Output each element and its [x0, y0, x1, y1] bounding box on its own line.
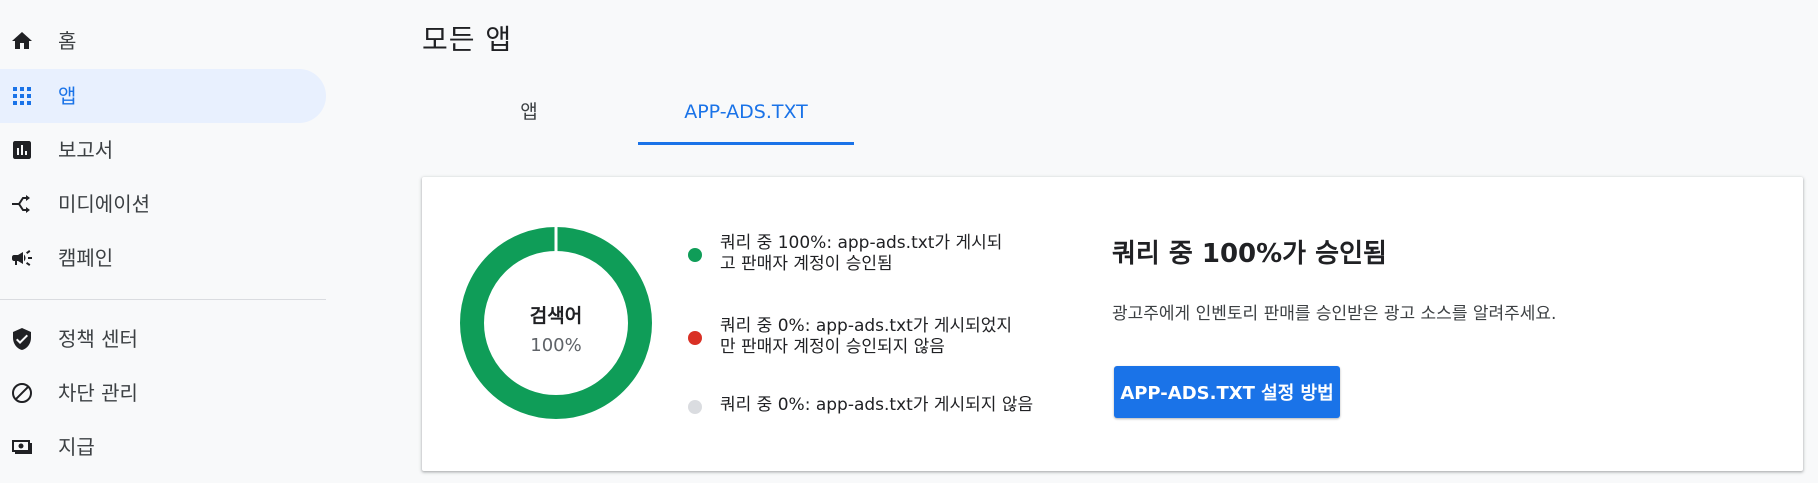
summary-description: 광고주에게 인벤토리 판매를 승인받은 광고 소스를 알려주세요. [1112, 304, 1557, 324]
shield-check-icon [10, 327, 34, 351]
sidebar-item-label: 앱 [58, 84, 77, 108]
status-dot-red-icon [688, 331, 702, 345]
sidebar-item-campaigns[interactable]: 캠페인 [0, 231, 326, 285]
legend-text: 쿼리 중 0%: app-ads.txt가 게시되었지 만 판매자 계정이 승인… [720, 316, 1040, 358]
donut-value: 100% [530, 335, 582, 356]
sidebar-item-label: 차단 관리 [58, 381, 138, 405]
page-title: 모든 앱 [422, 23, 513, 56]
sidebar-item-apps[interactable]: 앱 [0, 69, 326, 123]
apps-grid-icon [10, 84, 34, 108]
app-ads-txt-setup-button[interactable]: APP-ADS.TXT 설정 방법 [1114, 366, 1340, 418]
megaphone-icon [10, 246, 34, 270]
bar-chart-icon [10, 138, 34, 162]
legend-line: 쿼리 중 100%: app-ads.txt가 게시되 [720, 233, 1003, 253]
status-dot-gray-icon [688, 400, 702, 414]
sidebar-item-label: 캠페인 [58, 246, 114, 270]
sidebar-item-policy-center[interactable]: 정책 센터 [0, 312, 326, 366]
tab-label: APP-ADS.TXT [684, 101, 808, 123]
sidebar-item-home[interactable]: 홈 [0, 14, 326, 68]
sidebar-item-payments[interactable]: 지급 [0, 420, 326, 474]
legend-text: 쿼리 중 100%: app-ads.txt가 게시되 고 판매자 계정이 승인… [720, 233, 1040, 275]
tab-label: 앱 [520, 101, 538, 123]
legend-item-not-posted: 쿼리 중 0%: app-ads.txt가 게시되지 않음 [688, 395, 1033, 419]
sidebar-item-blocking-controls[interactable]: 차단 관리 [0, 366, 326, 420]
legend-item-approved: 쿼리 중 100%: app-ads.txt가 게시되 고 판매자 계정이 승인… [688, 233, 1028, 277]
sidebar-item-label: 홈 [58, 29, 77, 53]
tab-app-ads-txt[interactable]: APP-ADS.TXT [638, 88, 854, 146]
sidebar-item-label: 정책 센터 [58, 327, 138, 351]
sidebar-item-reports[interactable]: 보고서 [0, 123, 326, 177]
tab-bar: 앱 APP-ADS.TXT [422, 88, 982, 146]
tab-apps[interactable]: 앱 [422, 88, 636, 146]
home-icon [10, 29, 34, 53]
sidebar-item-label: 지급 [58, 435, 95, 459]
status-dot-green-icon [688, 248, 702, 262]
donut-center: 검색어 100% [460, 227, 652, 419]
legend-line: 쿼리 중 0%: app-ads.txt가 게시되었지 [720, 316, 1013, 336]
payments-icon [10, 435, 34, 459]
legend-line: 쿼리 중 0%: app-ads.txt가 게시되지 않음 [720, 395, 1034, 415]
summary-title: 쿼리 중 100%가 승인됨 [1112, 239, 1387, 269]
legend-item-not-approved: 쿼리 중 0%: app-ads.txt가 게시되었지 만 판매자 계정이 승인… [688, 316, 1028, 360]
sidebar-item-label: 미디에이션 [58, 192, 150, 216]
call-split-icon [10, 192, 34, 216]
sidebar: 홈 앱 보고서 미디에이션 캠페인 정책 센터 차단 관리 지급 [0, 0, 326, 483]
sidebar-item-label: 보고서 [58, 138, 114, 162]
legend-line: 고 판매자 계정이 승인됨 [720, 254, 893, 274]
app-ads-txt-card: 검색어 100% 쿼리 중 100%: app-ads.txt가 게시되 고 판… [422, 177, 1803, 471]
sidebar-item-mediation[interactable]: 미디에이션 [0, 177, 326, 231]
legend-text: 쿼리 중 0%: app-ads.txt가 게시되지 않음 [720, 395, 1040, 416]
donut-label: 검색어 [529, 305, 583, 327]
sidebar-divider [0, 299, 326, 300]
active-tab-indicator [638, 142, 854, 145]
legend-line: 만 판매자 계정이 승인되지 않음 [720, 337, 945, 357]
block-icon [10, 381, 34, 405]
